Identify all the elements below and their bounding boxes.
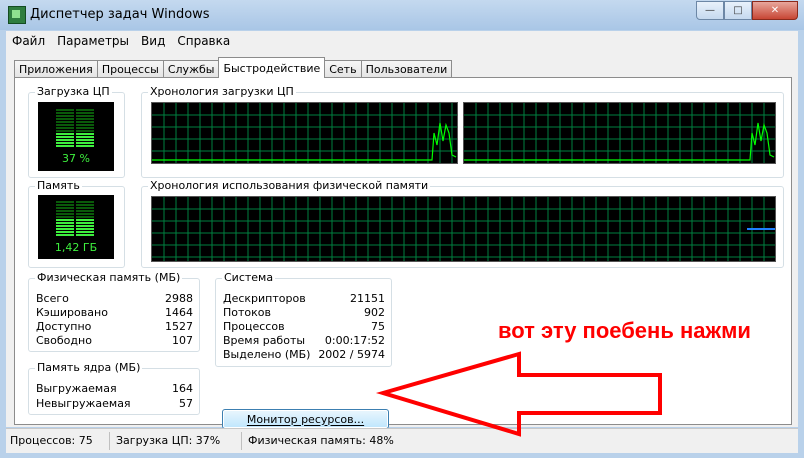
- cpu-usage-bars: [56, 109, 94, 147]
- memory-history-label: Хронология использования физической памя…: [148, 179, 431, 192]
- kernel-memory-label: Память ядра (МБ): [35, 361, 143, 374]
- task-manager-icon: [8, 6, 26, 24]
- physical-memory-label: Физическая память (МБ): [35, 271, 183, 284]
- task-manager-window: Диспетчер задач Windows — □ ✕ Файл Парам…: [0, 0, 804, 458]
- memory-history-graph: [151, 196, 776, 262]
- physical-memory-available: Доступно 1527: [36, 320, 193, 333]
- tab-applications[interactable]: Приложения: [14, 60, 98, 78]
- memory-meter: 1,42 ГБ: [38, 195, 114, 259]
- cpu-usage-label: Загрузка ЦП: [35, 85, 112, 98]
- physical-memory-cached: Кэшировано 1464: [36, 306, 193, 319]
- performance-panel: Загрузка ЦП 37 % Хронология загрузки ЦП …: [14, 77, 792, 429]
- annotation-text: вот эту поебень нажми: [498, 318, 751, 343]
- cpu-usage-value: 37 %: [62, 152, 90, 165]
- menu-file[interactable]: Файл: [6, 34, 51, 48]
- physical-memory-free: Свободно 107: [36, 334, 193, 347]
- memory-bars: [56, 201, 94, 236]
- memory-group: Память 1,42 ГБ: [28, 179, 125, 268]
- cpu-usage-meter: 37 %: [38, 102, 114, 171]
- client-area: Приложения Процессы Службы Быстродействи…: [6, 51, 798, 429]
- system-processes: Процессов 75: [223, 320, 385, 333]
- memory-label: Память: [35, 179, 82, 192]
- cpu-usage-group: Загрузка ЦП 37 %: [28, 85, 125, 178]
- menu-options[interactable]: Параметры: [51, 34, 135, 48]
- tab-strip: Приложения Процессы Службы Быстродействи…: [14, 57, 453, 78]
- minimize-button[interactable]: —: [696, 1, 724, 20]
- physical-memory-group: Физическая память (МБ) Всего 2988 Кэширов…: [28, 271, 200, 352]
- cpu-history-graph-core-1: [151, 102, 458, 164]
- tab-performance[interactable]: Быстродействие: [218, 57, 326, 78]
- maximize-button[interactable]: □: [724, 1, 752, 20]
- tab-network[interactable]: Сеть: [324, 60, 362, 78]
- memory-value: 1,42 ГБ: [54, 241, 98, 254]
- physical-memory-total: Всего 2988: [36, 292, 193, 305]
- system-handles: Дескрипторов 21151: [223, 292, 385, 305]
- status-processes: Процессов: 75: [10, 434, 93, 447]
- cpu-history-graph-core-2: [463, 102, 776, 164]
- menu-view[interactable]: Вид: [135, 34, 171, 48]
- tab-processes[interactable]: Процессы: [96, 60, 164, 78]
- title-bar[interactable]: Диспетчер задач Windows — □ ✕: [0, 0, 804, 30]
- system-uptime: Время работы 0:00:17:52: [223, 334, 385, 347]
- system-commit: Выделено (МБ) 2002 / 5974: [223, 348, 385, 361]
- cpu-history-group: Хронология загрузки ЦП: [141, 85, 784, 178]
- kernel-memory-paged: Выгружаемая 164: [36, 382, 193, 395]
- memory-history-group: Хронология использования физической памя…: [141, 179, 784, 268]
- menu-bar: Файл Параметры Вид Справка: [6, 31, 798, 51]
- status-cpu: Загрузка ЦП: 37%: [116, 434, 221, 447]
- kernel-memory-nonpaged: Невыгружаемая 57: [36, 397, 193, 410]
- status-memory: Физическая память: 48%: [248, 434, 394, 447]
- cpu-history-label: Хронология загрузки ЦП: [148, 85, 296, 98]
- status-bar: Процессов: 75 Загрузка ЦП: 37% Физическа…: [6, 428, 798, 453]
- close-button[interactable]: ✕: [752, 1, 798, 20]
- system-group: Система Дескрипторов 21151 Потоков 902 Про…: [215, 271, 392, 367]
- system-label: Система: [222, 271, 276, 284]
- menu-help[interactable]: Справка: [171, 34, 236, 48]
- system-threads: Потоков 902: [223, 306, 385, 319]
- kernel-memory-group: Память ядра (МБ) Выгружаемая 164 Невыгруж…: [28, 361, 200, 415]
- window-title: Диспетчер задач Windows: [30, 7, 210, 22]
- tab-users[interactable]: Пользователи: [360, 60, 453, 78]
- tab-services[interactable]: Службы: [162, 60, 220, 78]
- resource-monitor-button[interactable]: Монитор ресурсов...: [222, 409, 389, 429]
